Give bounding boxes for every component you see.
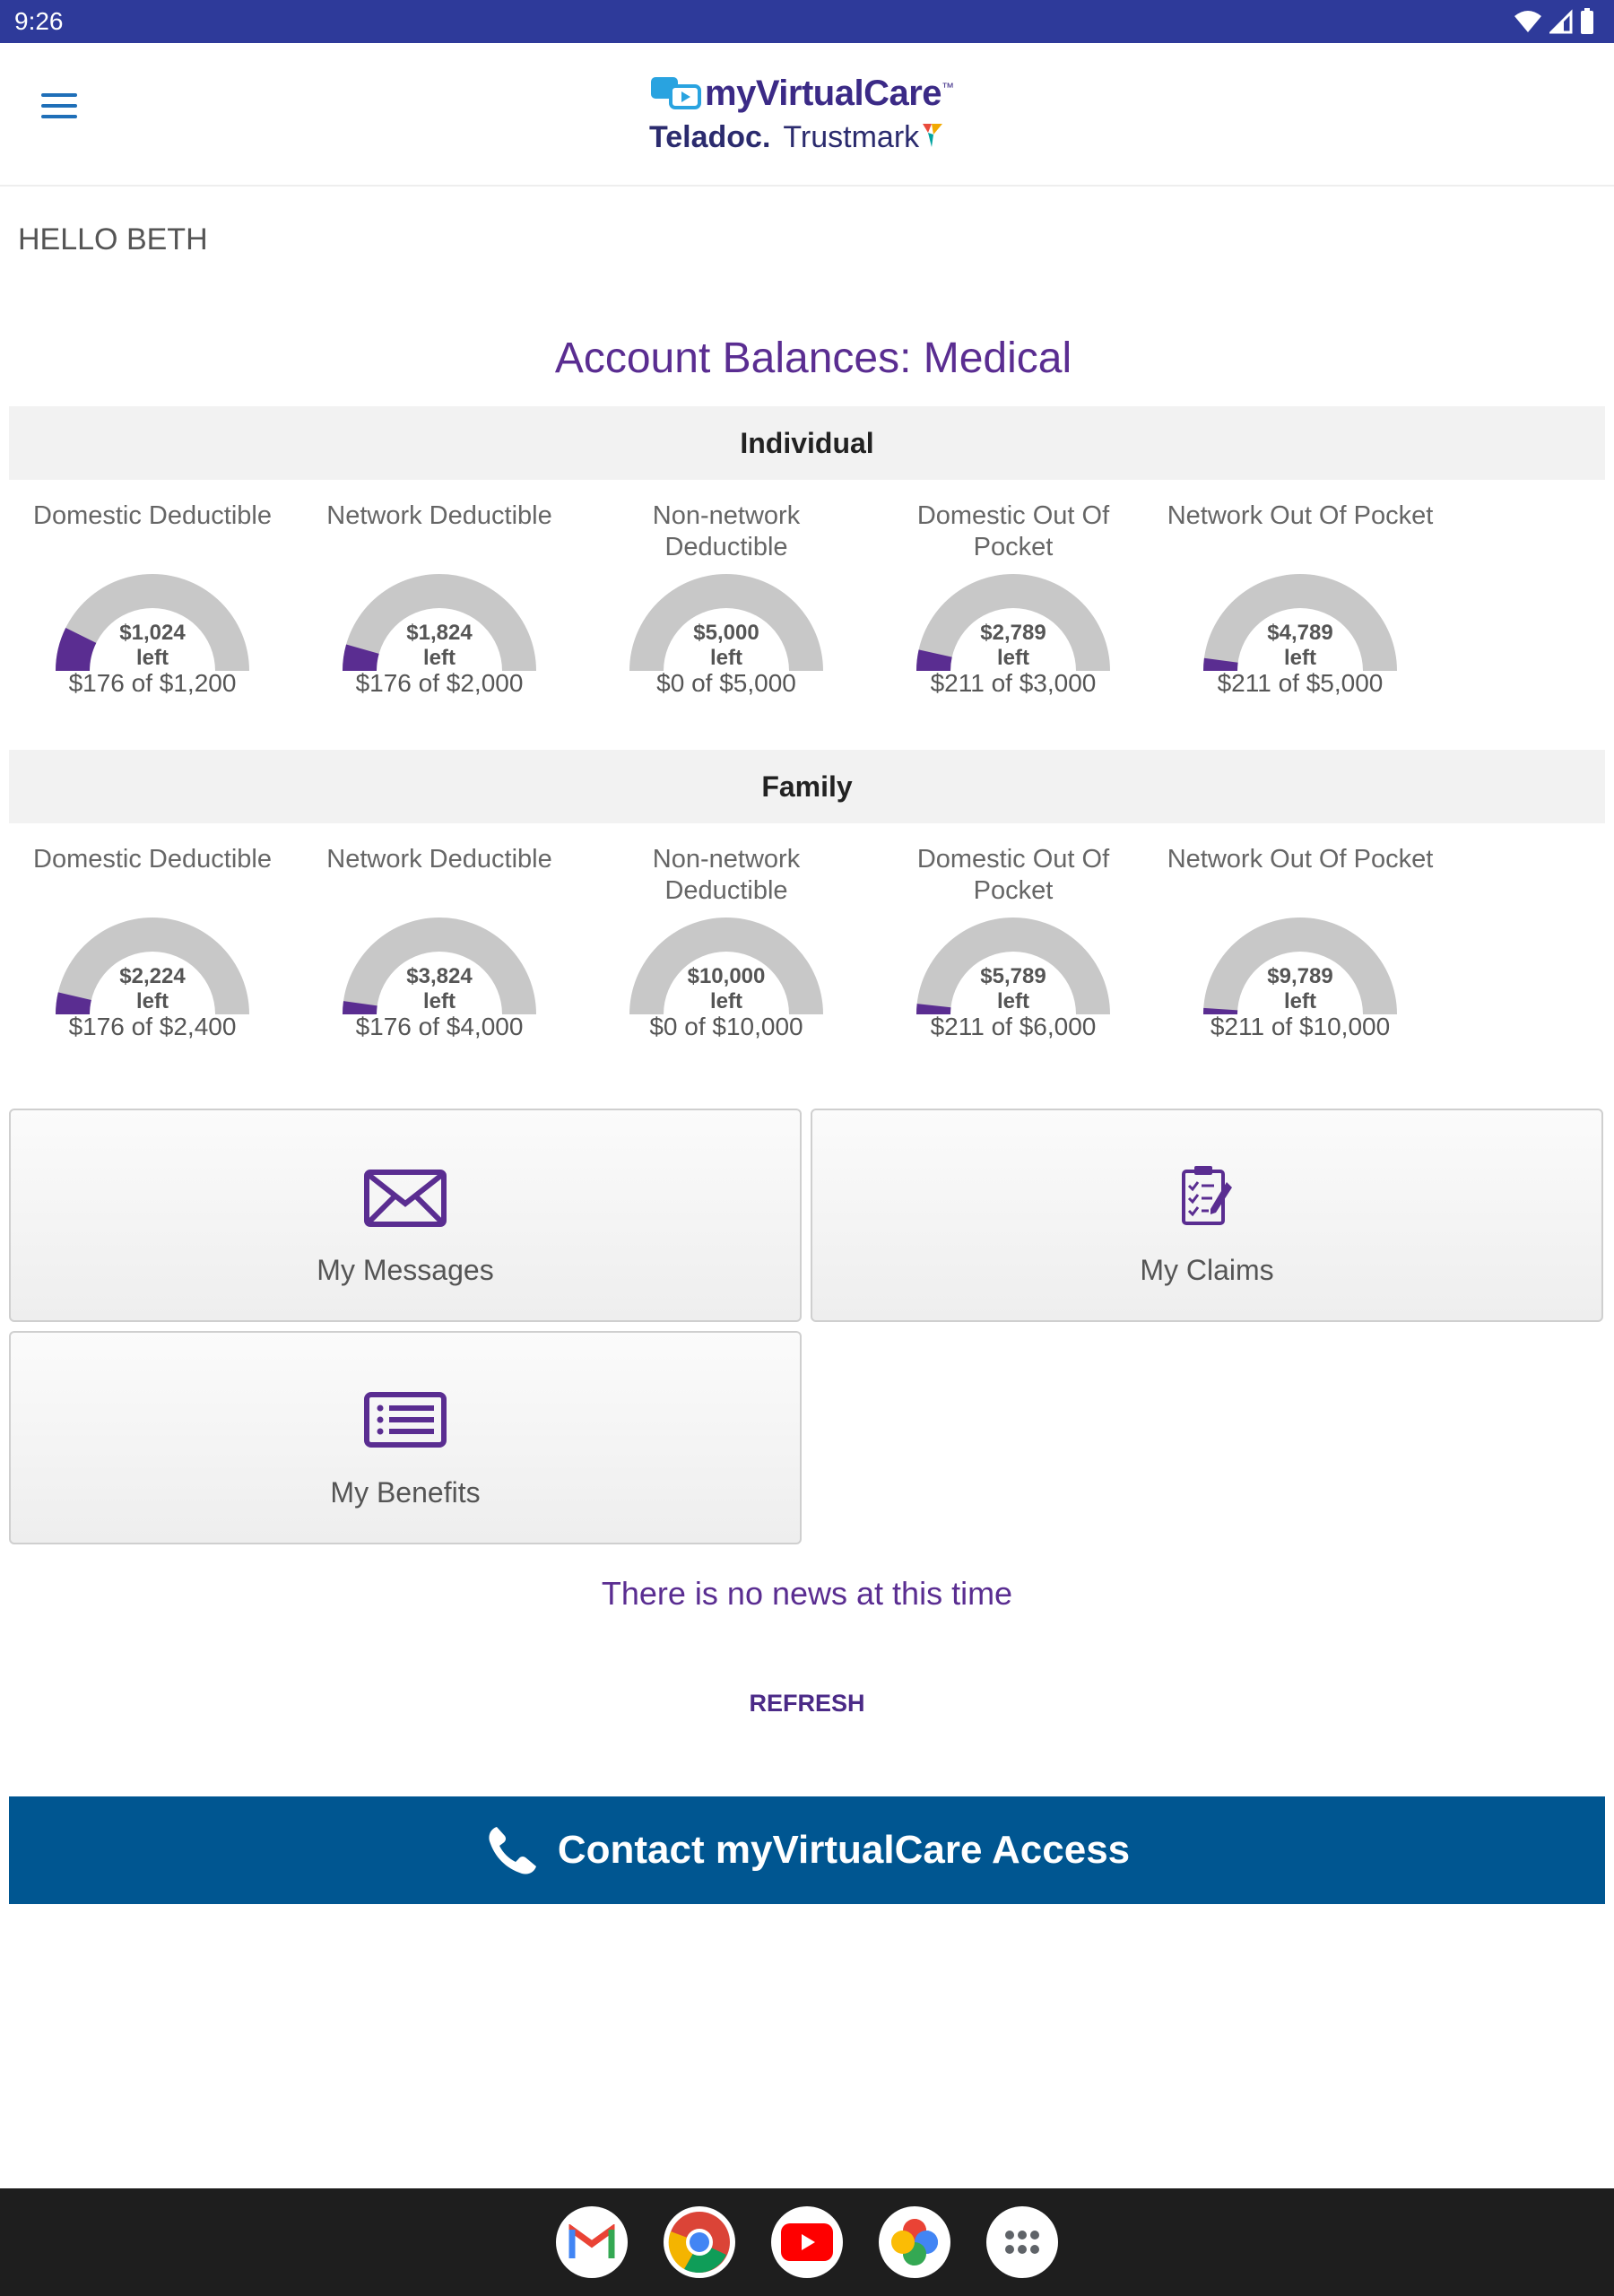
logo-main-text: myVirtualCare (705, 74, 942, 113)
clipboard-icon (1182, 1166, 1232, 1225)
signal-icon (1549, 9, 1573, 34)
gauge-label: Non-network Deductible (652, 845, 801, 905)
gauge-remaining-amount: $4,789 (1267, 621, 1333, 645)
gauge-remaining: $9,789 left (1166, 964, 1435, 1014)
gauge-label: Domestic Deductible (33, 501, 272, 530)
gauge-summary: $211 of $6,000 (930, 1013, 1097, 1040)
family-gauge-1: Network Deductible $3,824 left $176 of $4,0… (305, 844, 574, 1068)
gauge-label: Network Out Of Pocket (1167, 501, 1434, 530)
my-benefits-label: My Benefits (330, 1476, 481, 1509)
gauge-remaining: $10,000 left (592, 964, 861, 1014)
gauge-remaining: $1,024 left (18, 621, 287, 671)
status-icons (1514, 8, 1594, 35)
gauge-summary: $176 of $1,200 (68, 669, 237, 697)
gauge-summary: $211 of $5,000 (1217, 669, 1384, 697)
gauge-remaining-word: left (136, 646, 169, 670)
gauge-remaining: $4,789 left (1166, 621, 1435, 671)
status-bar: 9:26 (0, 0, 1614, 43)
greeting-text: HELLO BETH (18, 222, 208, 257)
photos-icon[interactable] (879, 2206, 950, 2278)
individual-header: Individual (9, 406, 1605, 480)
contact-access-button[interactable]: Contact myVirtualCare Access (9, 1796, 1605, 1904)
gauge-remaining-word: left (997, 989, 1029, 1013)
gauge-remaining-word: left (997, 646, 1029, 670)
list-icon (364, 1392, 447, 1448)
family-gauge-0: Domestic Deductible $2,224 left $176 of $2,… (18, 844, 287, 1068)
gauge-remaining-amount: $3,824 (406, 964, 473, 988)
battery-icon (1581, 8, 1593, 34)
gauge-remaining: $2,789 left (879, 621, 1148, 671)
account-balances-title: Account Balances: Medical (554, 335, 1072, 382)
youtube-icon[interactable] (771, 2206, 843, 2278)
gauge-remaining-amount: $1,024 (119, 621, 186, 645)
individual-gauge-2: Non-network Deductible $5,000 left $0 of $5… (592, 500, 861, 725)
logo-teladoc-text: Teladoc. (649, 120, 771, 154)
gauge-label: Domestic Deductible (33, 845, 272, 874)
individual-gauge-0: Domestic Deductible $1,024 left $176 of $1,… (18, 500, 287, 725)
gauge-remaining-amount: $10,000 (687, 964, 766, 988)
gauge-summary: $211 of $10,000 (1210, 1013, 1391, 1040)
gauge-remaining-amount: $1,824 (406, 621, 473, 645)
gauge-remaining: $5,789 left (879, 964, 1148, 1014)
my-claims-label: My Claims (1140, 1254, 1274, 1286)
gauge-remaining-word: left (423, 989, 456, 1013)
phone-icon (489, 1827, 536, 1874)
gauge-label: Non-network Deductible (652, 501, 801, 561)
gauge-summary: $176 of $4,000 (355, 1013, 524, 1040)
chrome-icon[interactable] (664, 2206, 735, 2278)
family-gauge-2: Non-network Deductible $10,000 left $0 of $… (592, 844, 861, 1068)
my-benefits-tile[interactable]: My Benefits (9, 1331, 802, 1544)
gauge-remaining-amount: $5,789 (980, 964, 1046, 988)
gmail-icon[interactable] (556, 2206, 628, 2278)
gauge-remaining: $2,224 left (18, 964, 287, 1014)
gauge-summary: $211 of $3,000 (930, 669, 1097, 697)
app-header: myVirtualCare ™ Teladoc. Trustmark (0, 43, 1614, 187)
gauge-label: Domestic Out Of Pocket (916, 845, 1110, 905)
gauge-summary: $0 of $10,000 (649, 1013, 803, 1040)
my-messages-label: My Messages (317, 1254, 494, 1286)
gauge-summary: $176 of $2,000 (355, 669, 524, 697)
gauge-remaining-word: left (710, 646, 742, 670)
logo-trademark: ™ (941, 79, 955, 94)
family-header: Family (9, 750, 1605, 823)
individual-gauge-4: Network Out Of Pocket $4,789 left $211 of $… (1166, 500, 1435, 725)
status-time: 9:26 (14, 7, 64, 35)
refresh-button[interactable]: REFRESH (717, 1690, 897, 1718)
gauge-remaining-word: left (423, 646, 456, 670)
gauge-remaining-amount: $5,000 (693, 621, 759, 645)
gauge-remaining-word: left (710, 989, 742, 1013)
chat-bubbles-logo-icon (651, 76, 701, 109)
gauge-summary: $176 of $2,400 (68, 1013, 237, 1040)
gauge-remaining-amount: $2,224 (119, 964, 186, 988)
family-gauge-3: Domestic Out Of Pocket $5,789 left $211 of … (879, 844, 1148, 1068)
envelope-icon (364, 1170, 447, 1227)
contact-access-label: Contact myVirtualCare Access (557, 1828, 1131, 1872)
gauge-label: Network Out Of Pocket (1167, 845, 1434, 874)
gauge-remaining-word: left (136, 989, 169, 1013)
my-messages-tile[interactable]: My Messages (9, 1109, 802, 1322)
my-claims-tile[interactable]: My Claims (811, 1109, 1603, 1322)
logo: myVirtualCare ™ Teladoc. Trustmark (649, 74, 972, 163)
apps-icon[interactable] (986, 2206, 1058, 2278)
gauge-remaining-amount: $9,789 (1267, 964, 1333, 988)
logo-trustmark-text: Trustmark (783, 120, 920, 154)
family-gauge-4: Network Out Of Pocket $9,789 left $211 of $… (1166, 844, 1435, 1068)
gauge-summary: $0 of $5,000 (656, 669, 796, 697)
gauge-remaining-amount: $2,789 (980, 621, 1046, 645)
wifi-icon (1514, 11, 1541, 32)
trustmark-flag-icon (923, 124, 943, 147)
news-message: There is no news at this time (601, 1575, 1013, 1612)
individual-gauge-3: Domestic Out Of Pocket $2,789 left $211 of … (879, 500, 1148, 725)
individual-gauge-1: Network Deductible $1,824 left $176 of $2,0… (305, 500, 574, 725)
gauge-remaining: $3,824 left (305, 964, 574, 1014)
gauge-remaining: $1,824 left (305, 621, 574, 671)
gauge-remaining-word: left (1284, 646, 1316, 670)
gauge-remaining: $5,000 left (592, 621, 861, 671)
gauge-remaining-word: left (1284, 989, 1316, 1013)
gauge-label: Domestic Out Of Pocket (916, 501, 1110, 561)
hamburger-menu-icon[interactable] (41, 83, 88, 129)
navigation-dock (0, 2188, 1614, 2296)
gauge-label: Network Deductible (326, 845, 552, 874)
gauge-label: Network Deductible (326, 501, 552, 530)
